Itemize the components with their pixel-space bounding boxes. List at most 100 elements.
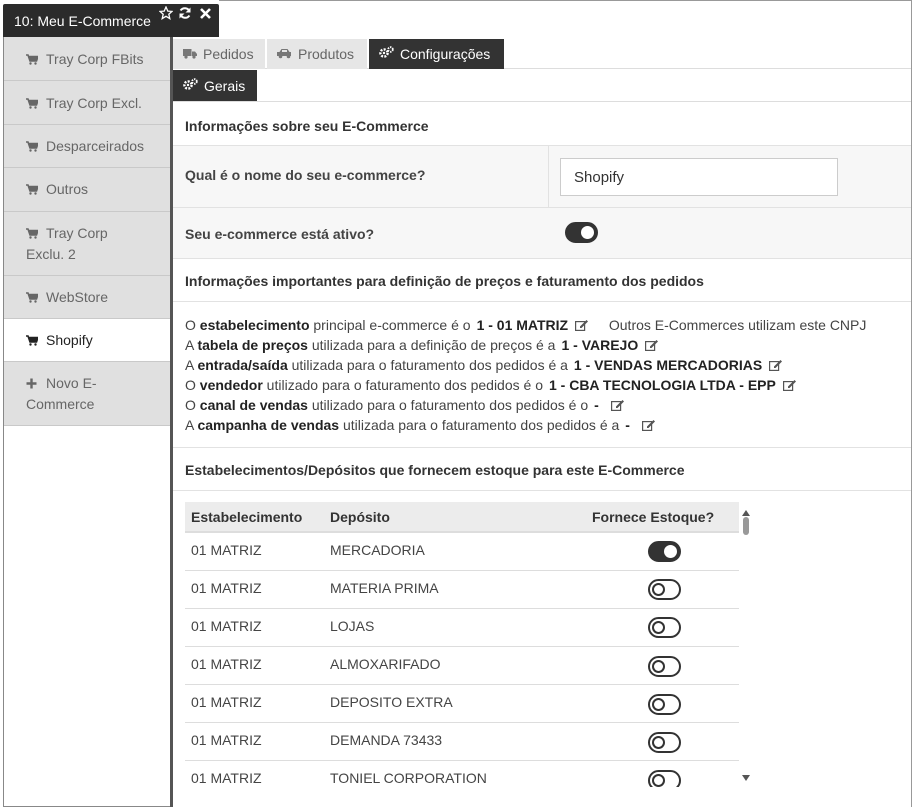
sidebar-item-webstore[interactable]: WebStore: [4, 276, 171, 319]
cell-deposito: DEMANDA 73433: [330, 732, 443, 748]
edit-icon[interactable]: [645, 338, 659, 352]
sidebar-item-tray-corp-exclu-2[interactable]: Tray Corp Exclu. 2: [4, 212, 171, 276]
table-row: 01 MATRIZ MERCADORIA: [185, 533, 739, 571]
refresh-icon[interactable]: [177, 5, 193, 21]
table-row: 01 MATRIZ DEMANDA 73433: [185, 723, 739, 761]
active-question-label: Seu e-commerce está ativo?: [185, 226, 375, 242]
sidebar-item-desparceirados[interactable]: Desparceirados: [4, 125, 171, 168]
car-icon: [277, 46, 292, 62]
sidebar: Tray Corp FBits Tray Corp Excl. Desparce…: [3, 37, 171, 807]
table-row: 01 MATRIZ LOJAS: [185, 609, 739, 647]
table-row: 01 MATRIZ DEPOSITO EXTRA: [185, 685, 739, 723]
cell-estabelecimento: 01 MATRIZ: [191, 618, 262, 634]
window-title: 10: Meu E-Commerce: [14, 13, 151, 29]
tab-bar: Pedidos Produtos Configurações: [173, 37, 911, 69]
cart-icon: [26, 331, 40, 351]
table-scrollbar[interactable]: [740, 502, 752, 787]
divider: [173, 101, 911, 102]
ecommerce-active-toggle[interactable]: [565, 222, 598, 243]
info-line-tabela-precos: A tabela de preços utilizada para a defi…: [185, 337, 659, 353]
table-header: Estabelecimento Depósito Fornece Estoque…: [185, 502, 739, 533]
edit-icon[interactable]: [782, 378, 797, 392]
divider: [173, 258, 911, 259]
tab-produtos[interactable]: Produtos: [267, 39, 367, 69]
edit-icon[interactable]: [641, 418, 656, 432]
info-line-campanha-vendas: A campanha de vendas utilizada para o fa…: [185, 417, 656, 433]
edit-icon[interactable]: [610, 398, 625, 412]
subtab-label: Gerais: [204, 77, 246, 94]
divider: [173, 490, 911, 491]
gears-icon: [183, 77, 198, 94]
info-line-estabelecimento: O estabelecimento principal e-commerce é…: [185, 317, 867, 333]
divider: [173, 447, 911, 448]
sidebar-item-tray-corp-excl[interactable]: Tray Corp Excl.: [4, 81, 171, 125]
scrollbar-thumb[interactable]: [743, 517, 749, 535]
header-deposito: Depósito: [330, 509, 390, 525]
fornece-estoque-toggle[interactable]: [648, 656, 681, 677]
fornece-estoque-toggle[interactable]: [648, 541, 681, 562]
sidebar-item-label: Desparceirados: [46, 138, 145, 154]
cell-estabelecimento: 01 MATRIZ: [191, 732, 262, 748]
stock-table: Estabelecimento Depósito Fornece Estoque…: [185, 502, 739, 787]
fornece-estoque-toggle[interactable]: [648, 617, 681, 638]
header-estabelecimento: Estabelecimento: [191, 509, 303, 525]
tab-configuracoes[interactable]: Configurações: [369, 39, 504, 69]
truck-icon: [183, 46, 197, 62]
cell-deposito: ALMOXARIFADO: [330, 656, 441, 672]
fornece-estoque-toggle[interactable]: [648, 770, 681, 787]
gears-icon: [379, 46, 394, 62]
cell-estabelecimento: 01 MATRIZ: [191, 580, 262, 596]
fornece-estoque-toggle[interactable]: [648, 579, 681, 600]
sidebar-item-label: Tray Corp Excl.: [46, 95, 142, 111]
sidebar-item-novo-e-commerce[interactable]: Novo E-Commerce: [4, 362, 171, 426]
sidebar-item-label: Shopify: [46, 332, 93, 348]
window-border: [219, 0, 912, 1]
main-panel: Pedidos Produtos Configurações Gerais In…: [173, 37, 911, 807]
cell-deposito: DEPOSITO EXTRA: [330, 694, 453, 710]
cell-estabelecimento: 01 MATRIZ: [191, 656, 262, 672]
scroll-down-icon[interactable]: [741, 769, 751, 785]
cell-deposito: MERCADORIA: [330, 542, 425, 558]
section-title-pricing: Informações importantes para definição d…: [185, 273, 704, 289]
cart-icon: [26, 94, 40, 114]
sidebar-item-label: Tray Corp Exclu. 2: [26, 225, 108, 262]
table-row: 01 MATRIZ MATERIA PRIMA: [185, 571, 739, 609]
sidebar-item-outros[interactable]: Outros: [4, 168, 171, 212]
canal-vendas-value: -: [594, 397, 599, 413]
close-icon[interactable]: [197, 5, 213, 21]
fornece-estoque-toggle[interactable]: [648, 732, 681, 753]
other-cnpj-note: Outros E-Commerces utilizam este CNPJ: [608, 317, 867, 333]
header-fornece-estoque: Fornece Estoque?: [592, 509, 715, 525]
cart-icon: [26, 137, 40, 157]
tab-label: Produtos: [298, 46, 355, 62]
vendedor-value: 1 - CBA TECNOLOGIA LTDA - EPP: [548, 377, 776, 393]
tab-pedidos[interactable]: Pedidos: [173, 39, 265, 69]
section-title-general: Informações sobre seu E-Commerce: [185, 118, 429, 134]
cell-deposito: LOJAS: [330, 618, 375, 634]
table-row: 01 MATRIZ TONIEL CORPORATION: [185, 761, 739, 787]
section-title-stock: Estabelecimentos/Depósitos que fornecem …: [185, 462, 685, 478]
sidebar-item-shopify[interactable]: Shopify: [4, 319, 171, 362]
campanha-vendas-value: -: [625, 417, 630, 433]
table-row: 01 MATRIZ ALMOXARIFADO: [185, 647, 739, 685]
fornece-estoque-toggle[interactable]: [648, 694, 681, 715]
subtab-gerais[interactable]: Gerais: [173, 70, 257, 101]
edit-icon[interactable]: [574, 318, 589, 332]
cell-estabelecimento: 01 MATRIZ: [191, 694, 262, 710]
tabela-precos-value: 1 - VAREJO: [561, 337, 639, 353]
cart-icon: [26, 288, 40, 308]
cell-estabelecimento: 01 MATRIZ: [191, 770, 262, 786]
sidebar-item-label: Outros: [46, 181, 89, 197]
window-tab[interactable]: 10: Meu E-Commerce: [3, 4, 219, 37]
cell-deposito: MATERIA PRIMA: [330, 580, 439, 596]
cell-deposito: TONIEL CORPORATION: [330, 770, 487, 786]
ecommerce-name-input[interactable]: [560, 158, 838, 196]
tab-label: Pedidos: [203, 46, 254, 62]
divider: [173, 301, 911, 302]
sidebar-item-tray-corp-fbits[interactable]: Tray Corp FBits: [4, 37, 171, 81]
info-line-entrada-saida: A entrada/saída utilizada para o faturam…: [185, 357, 783, 373]
edit-icon[interactable]: [769, 358, 783, 372]
star-icon[interactable]: [158, 5, 174, 21]
estabelecimento-value: 1 - 01 MATRIZ: [476, 317, 569, 333]
cart-icon: [26, 180, 40, 200]
